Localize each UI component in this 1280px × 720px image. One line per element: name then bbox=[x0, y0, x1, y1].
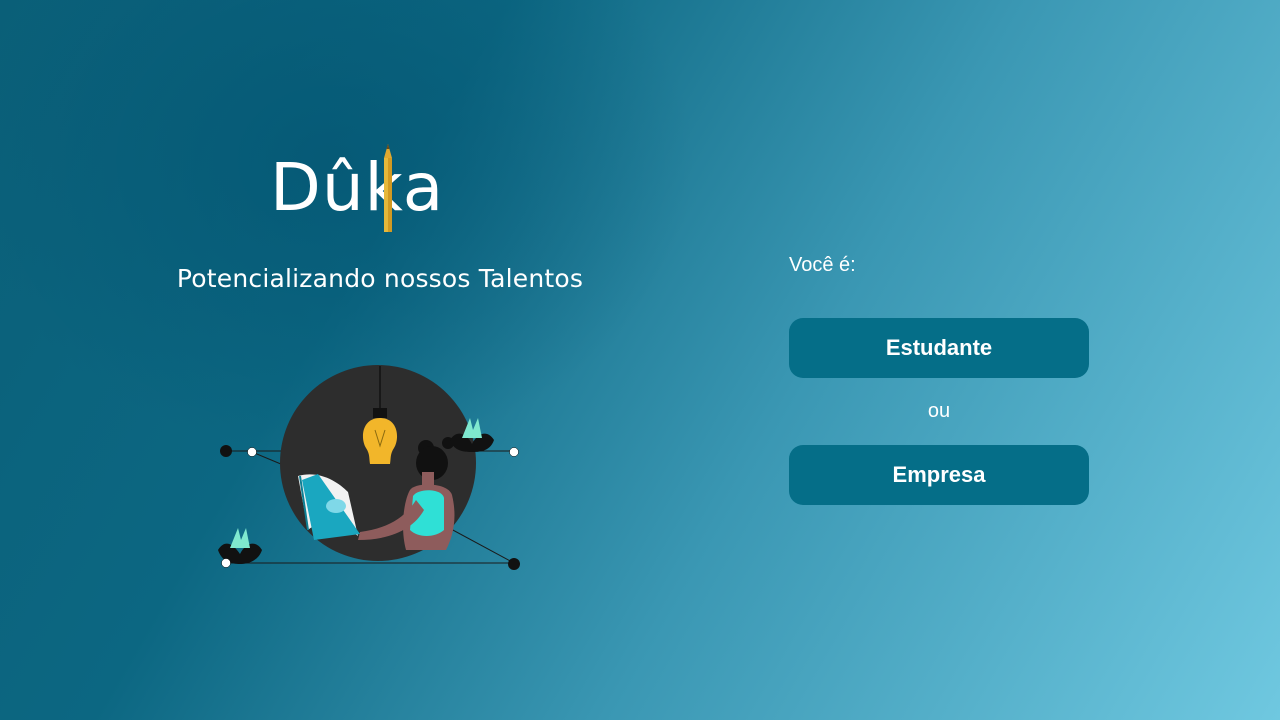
student-button[interactable]: Estudante bbox=[789, 318, 1089, 378]
pencil-icon bbox=[384, 144, 392, 232]
brand-panel: Dûka Potencializando nossos Talentos bbox=[170, 130, 590, 590]
user-type-selection: Você é: Estudante ou Empresa bbox=[789, 250, 1089, 510]
duka-logo: Dûka bbox=[270, 140, 470, 235]
user-type-question: Você é: bbox=[789, 254, 856, 276]
logo-text: Dûka bbox=[270, 149, 445, 226]
tagline: Potencializando nossos Talentos bbox=[176, 264, 584, 293]
reading-woman-illustration bbox=[218, 365, 520, 570]
or-separator: ou bbox=[927, 400, 951, 422]
company-button[interactable]: Empresa bbox=[789, 445, 1089, 505]
